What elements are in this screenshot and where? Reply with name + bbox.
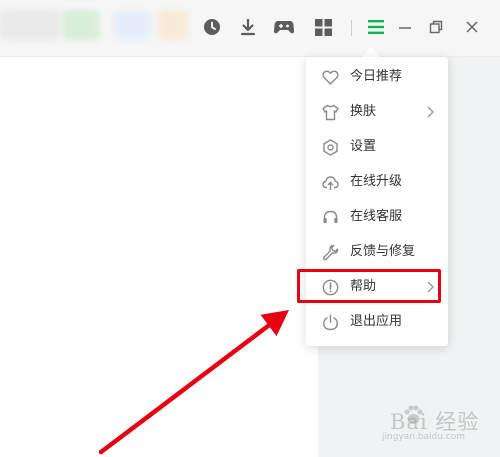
- blurred-tab-area: [114, 10, 150, 40]
- baidu-jingyan-watermark: Bai 经验 jingyan.baidu.com: [366, 402, 486, 446]
- menu-item-label: 设置: [350, 139, 377, 154]
- menu-item-skin[interactable]: 换肤: [306, 96, 448, 128]
- menu-item-label: 在线客服: [350, 209, 403, 224]
- tshirt-icon: [322, 104, 339, 121]
- menu-item-label: 退出应用: [350, 314, 403, 329]
- minimize-icon[interactable]: [391, 13, 419, 41]
- menu-item-online-upgrade[interactable]: 在线升级: [306, 166, 448, 198]
- download-icon[interactable]: [234, 13, 262, 41]
- menu-item-label: 在线升级: [350, 174, 403, 189]
- menu-icon[interactable]: [362, 13, 390, 41]
- wrench-icon: [322, 244, 339, 261]
- menu-item-online-service[interactable]: 在线客服: [306, 201, 448, 233]
- main-dropdown-menu: 今日推荐 换肤 设置 在线升级 在线客服 反馈与修复 帮助 退出应用: [306, 57, 448, 346]
- headset-icon: [323, 210, 338, 223]
- blurred-tab-area: [0, 10, 60, 40]
- menu-item-help[interactable]: 帮助: [306, 271, 448, 303]
- menu-item-label: 今日推荐: [350, 69, 403, 84]
- blurred-tab-area: [158, 10, 188, 40]
- heart-icon: [322, 70, 339, 85]
- power-icon: [323, 314, 338, 331]
- app-window: 今日推荐 换肤 设置 在线升级 在线客服 反馈与修复 帮助 退出应用 Bai 经…: [0, 0, 500, 457]
- menu-item-daily-recommend[interactable]: 今日推荐: [306, 61, 448, 93]
- title-bar: [0, 0, 500, 57]
- toolbar-divider: [351, 20, 352, 36]
- cloud-upload-icon: [322, 176, 339, 190]
- restore-icon[interactable]: [422, 13, 450, 41]
- close-icon[interactable]: [458, 13, 486, 41]
- menu-item-label: 换肤: [350, 104, 377, 119]
- menu-caret: [362, 47, 380, 57]
- apps-grid-icon[interactable]: [309, 13, 337, 41]
- gamepad-icon[interactable]: [270, 13, 298, 41]
- menu-item-settings[interactable]: 设置: [306, 131, 448, 163]
- blurred-tab-area: [62, 10, 100, 40]
- chevron-right-icon: [427, 106, 434, 118]
- settings-icon: [323, 139, 338, 156]
- chevron-right-icon: [427, 281, 434, 293]
- help-circle-icon: [322, 279, 339, 296]
- menu-item-exit-app[interactable]: 退出应用: [306, 306, 448, 338]
- menu-item-label: 帮助: [350, 279, 377, 294]
- menu-item-feedback-repair[interactable]: 反馈与修复: [306, 236, 448, 268]
- watermark-url: jingyan.baidu.com: [382, 432, 466, 442]
- menu-item-label: 反馈与修复: [350, 244, 416, 259]
- history-icon[interactable]: [198, 13, 226, 41]
